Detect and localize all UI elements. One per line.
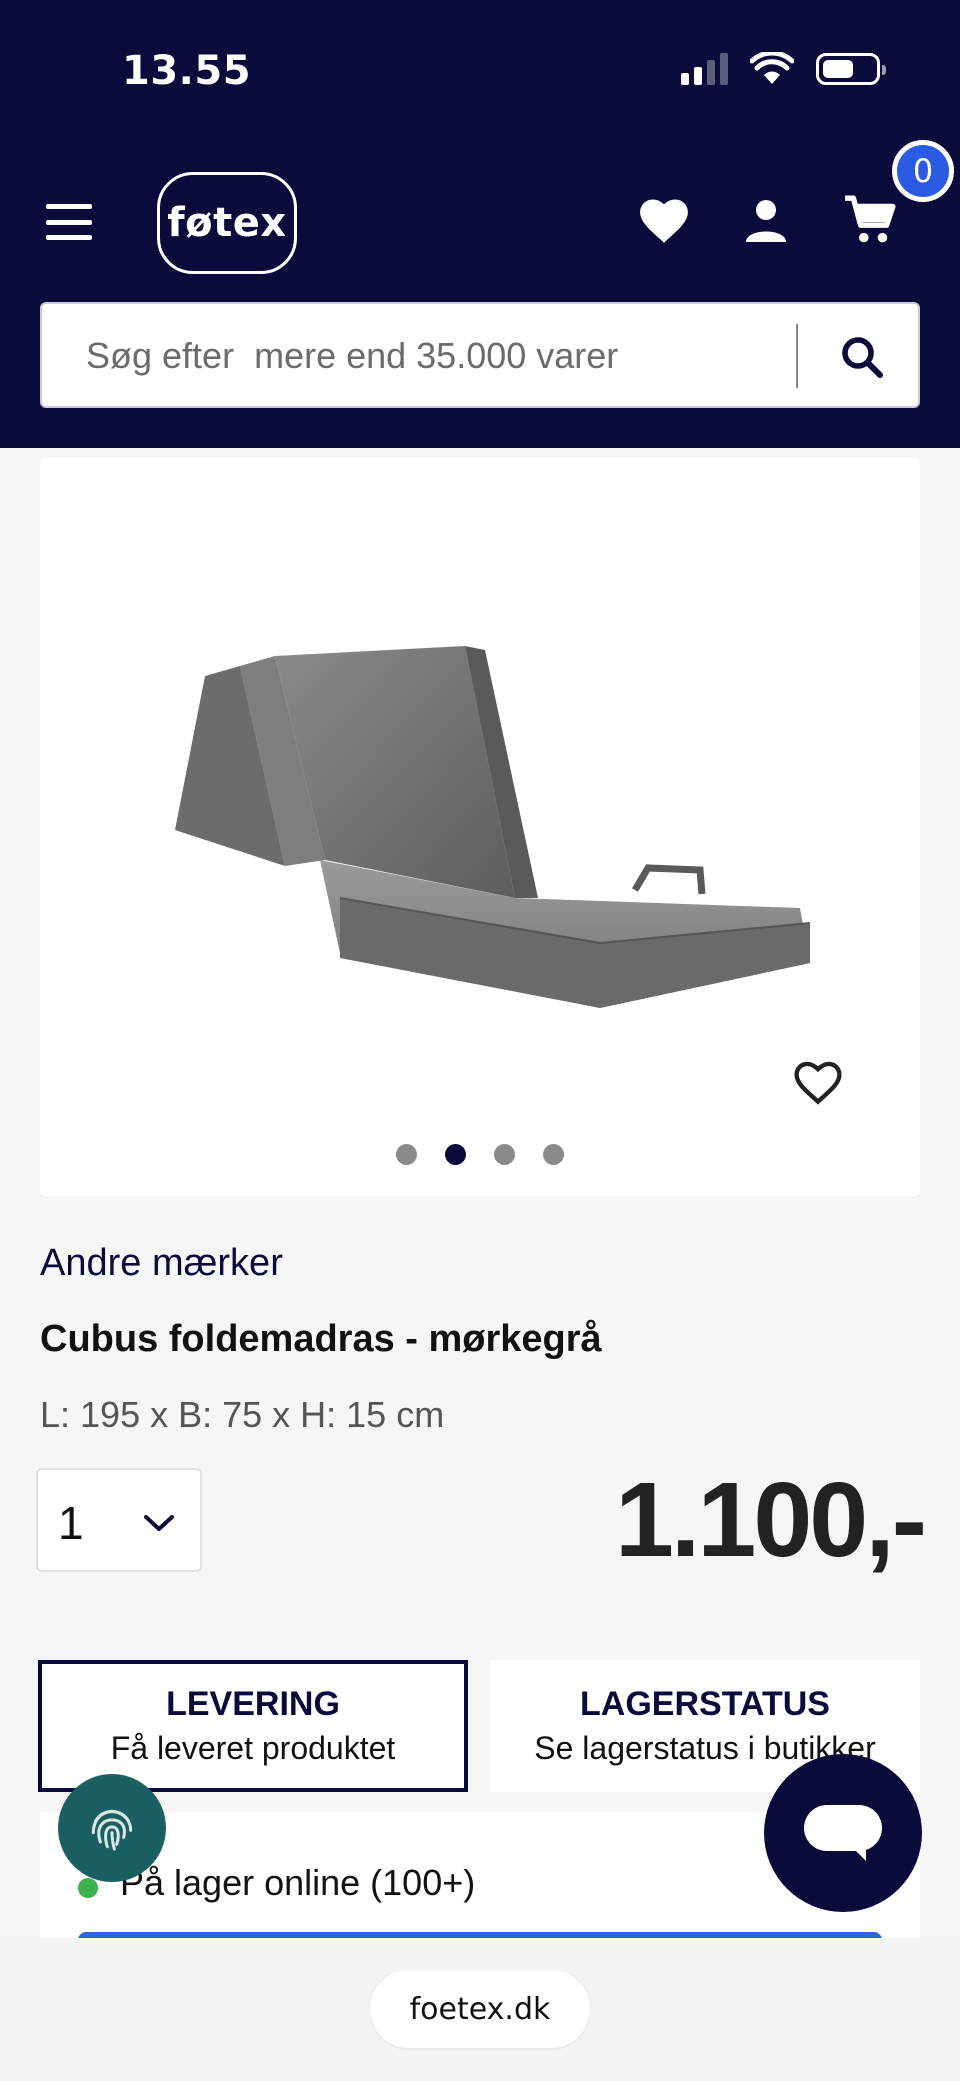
battery-icon — [816, 53, 886, 85]
search-icon[interactable] — [824, 324, 900, 390]
page: 13.55 føtex 0 Søg efter mere end 35.000 … — [0, 0, 960, 2081]
tab-delivery-title: LEVERING — [166, 1685, 340, 1723]
in-stock-indicator — [78, 1878, 98, 1898]
status-time: 13.55 — [122, 48, 252, 94]
user-icon[interactable] — [736, 190, 796, 250]
product-brand[interactable]: Andre mærker — [40, 1242, 283, 1285]
cellular-signal-icon — [681, 53, 728, 85]
quantity-value: 1 — [58, 1497, 84, 1549]
fingerprint-icon[interactable] — [58, 1774, 166, 1882]
cart-count-badge: 0 — [892, 140, 954, 202]
product-image-gallery[interactable] — [40, 458, 920, 1196]
quantity-select[interactable]: 1 — [36, 1468, 202, 1572]
chat-icon[interactable] — [764, 1754, 922, 1912]
favorite-heart-icon[interactable] — [788, 1054, 848, 1110]
logo-text: føtex — [167, 200, 287, 246]
search-bar — [40, 302, 920, 408]
search-input[interactable] — [86, 330, 786, 382]
cart-icon[interactable] — [840, 190, 900, 250]
carousel-dot[interactable] — [494, 1144, 515, 1165]
carousel-dot[interactable] — [396, 1144, 417, 1165]
browser-bottom-bar: foetex.dk — [0, 1938, 960, 2081]
url-bar[interactable]: foetex.dk — [370, 1970, 590, 2048]
chevron-down-icon — [134, 1498, 184, 1548]
foetex-logo[interactable]: føtex — [157, 172, 297, 274]
status-icons — [681, 52, 886, 86]
tab-stock-title: LAGERSTATUS — [580, 1685, 830, 1723]
menu-icon[interactable] — [46, 204, 92, 240]
product-price: 1.100,- — [614, 1461, 927, 1579]
site-header: 13.55 føtex 0 — [0, 0, 960, 448]
carousel-dots — [40, 1144, 920, 1165]
stock-status-text: På lager online (100+) — [120, 1862, 476, 1903]
search-divider — [796, 324, 798, 388]
product-dimensions: L: 195 x B: 75 x H: 15 cm — [40, 1394, 445, 1435]
carousel-dot[interactable] — [543, 1144, 564, 1165]
product-title: Cubus foldemadras - mørkegrå — [40, 1318, 602, 1360]
tab-delivery[interactable]: LEVERING Få leveret produktet — [38, 1660, 468, 1792]
heart-icon[interactable] — [634, 190, 694, 250]
product-image — [175, 646, 811, 1008]
url-text: foetex.dk — [409, 1991, 551, 2027]
carousel-dot-active[interactable] — [445, 1144, 466, 1165]
wifi-icon — [750, 52, 794, 84]
tab-delivery-subtitle: Få leveret produktet — [110, 1730, 396, 1766]
